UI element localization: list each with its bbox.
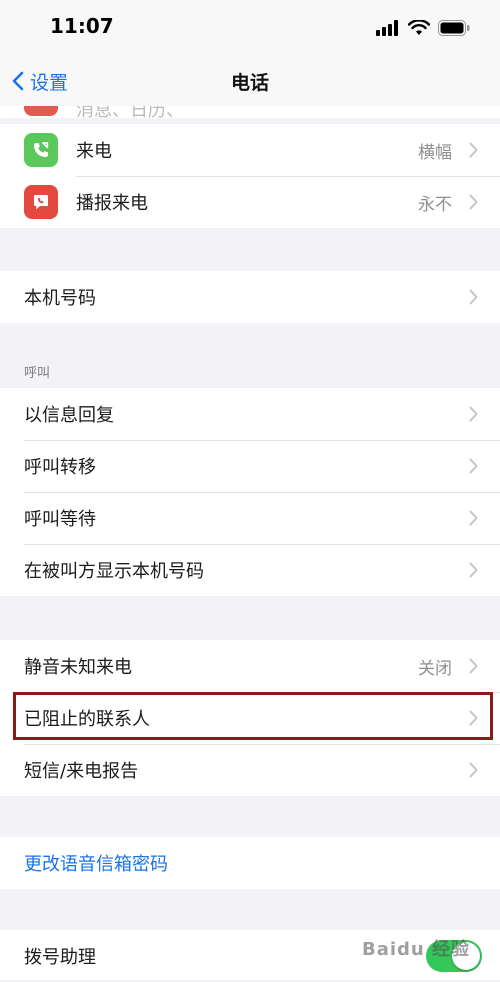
row-call-forwarding[interactable]: 呼叫转移	[0, 440, 500, 492]
section-header-calls: 呼叫	[24, 366, 51, 381]
chevron-right-icon	[469, 142, 478, 158]
change-voicemail-password-link[interactable]: 更改语音信箱密码	[0, 837, 500, 889]
notifications-group: 来电 横幅 播报来电 永不	[0, 124, 500, 228]
row-sms-call-reporting[interactable]: 短信/来电报告	[0, 744, 500, 796]
row-announce-calls[interactable]: 播报来电 永不	[0, 176, 500, 228]
partial-row-label: 消息、日历、	[76, 106, 184, 118]
chevron-right-icon	[469, 194, 478, 210]
row-silence-unknown-callers[interactable]: 静音未知来电 关闭	[0, 640, 500, 692]
voicemail-group: 更改语音信箱密码	[0, 837, 500, 889]
status-bar: 11:07	[0, 0, 500, 56]
row-blocked-contacts-label: 已阻止的联系人	[24, 709, 150, 730]
row-my-number-label: 本机号码	[24, 288, 96, 309]
row-dial-assist-label: 拨号助理	[24, 947, 96, 968]
chevron-right-icon	[469, 658, 478, 674]
chevron-right-icon	[469, 289, 478, 305]
signal-icon	[376, 20, 398, 36]
chevron-right-icon	[469, 406, 478, 422]
row-incoming-calls-label: 来电	[76, 141, 112, 162]
watermark: Baidu 经验	[362, 939, 471, 960]
status-time: 11:07	[50, 14, 114, 38]
row-show-caller-id-label: 在被叫方显示本机号码	[24, 561, 204, 582]
row-call-waiting[interactable]: 呼叫等待	[0, 492, 500, 544]
row-show-caller-id[interactable]: 在被叫方显示本机号码	[0, 544, 500, 596]
page-title: 电话	[230, 72, 269, 94]
row-announce-calls-label: 播报来电	[76, 193, 148, 214]
change-voicemail-password-label: 更改语音信箱密码	[24, 854, 168, 875]
announce-call-icon	[24, 185, 58, 219]
status-icons	[376, 18, 470, 38]
row-respond-with-text[interactable]: 以信息回复	[0, 388, 500, 440]
chevron-right-icon	[469, 458, 478, 474]
row-my-number[interactable]: 本机号码	[0, 271, 500, 323]
chevron-right-icon	[469, 562, 478, 578]
partial-row: 消息、日历、	[0, 106, 500, 118]
row-call-forwarding-label: 呼叫转移	[24, 457, 96, 478]
row-blocked-contacts[interactable]: 已阻止的联系人	[0, 692, 500, 744]
chevron-right-icon	[469, 710, 478, 726]
battery-icon	[438, 20, 470, 36]
row-incoming-calls[interactable]: 来电 横幅	[0, 124, 500, 176]
row-silence-unknown-callers-value: 关闭	[418, 658, 452, 679]
row-incoming-calls-value: 横幅	[418, 142, 452, 163]
row-sms-call-reporting-label: 短信/来电报告	[24, 761, 139, 782]
row-respond-with-text-label: 以信息回复	[24, 405, 114, 426]
incoming-call-icon	[24, 133, 58, 167]
partial-app-icon	[24, 106, 58, 116]
wifi-icon	[408, 20, 430, 35]
navigation-bar: 设置 电话	[0, 56, 500, 107]
calls-group: 以信息回复 呼叫转移 呼叫等待 在被叫方显示本机号码	[0, 388, 500, 596]
row-announce-calls-value: 永不	[418, 194, 452, 215]
chevron-right-icon	[469, 510, 478, 526]
my-number-group: 本机号码	[0, 271, 500, 323]
row-call-waiting-label: 呼叫等待	[24, 509, 96, 530]
chevron-right-icon	[469, 762, 478, 778]
row-silence-unknown-callers-label: 静音未知来电	[24, 657, 132, 678]
silence-blocked-group: 静音未知来电 关闭 已阻止的联系人 短信/来电报告	[0, 640, 500, 796]
